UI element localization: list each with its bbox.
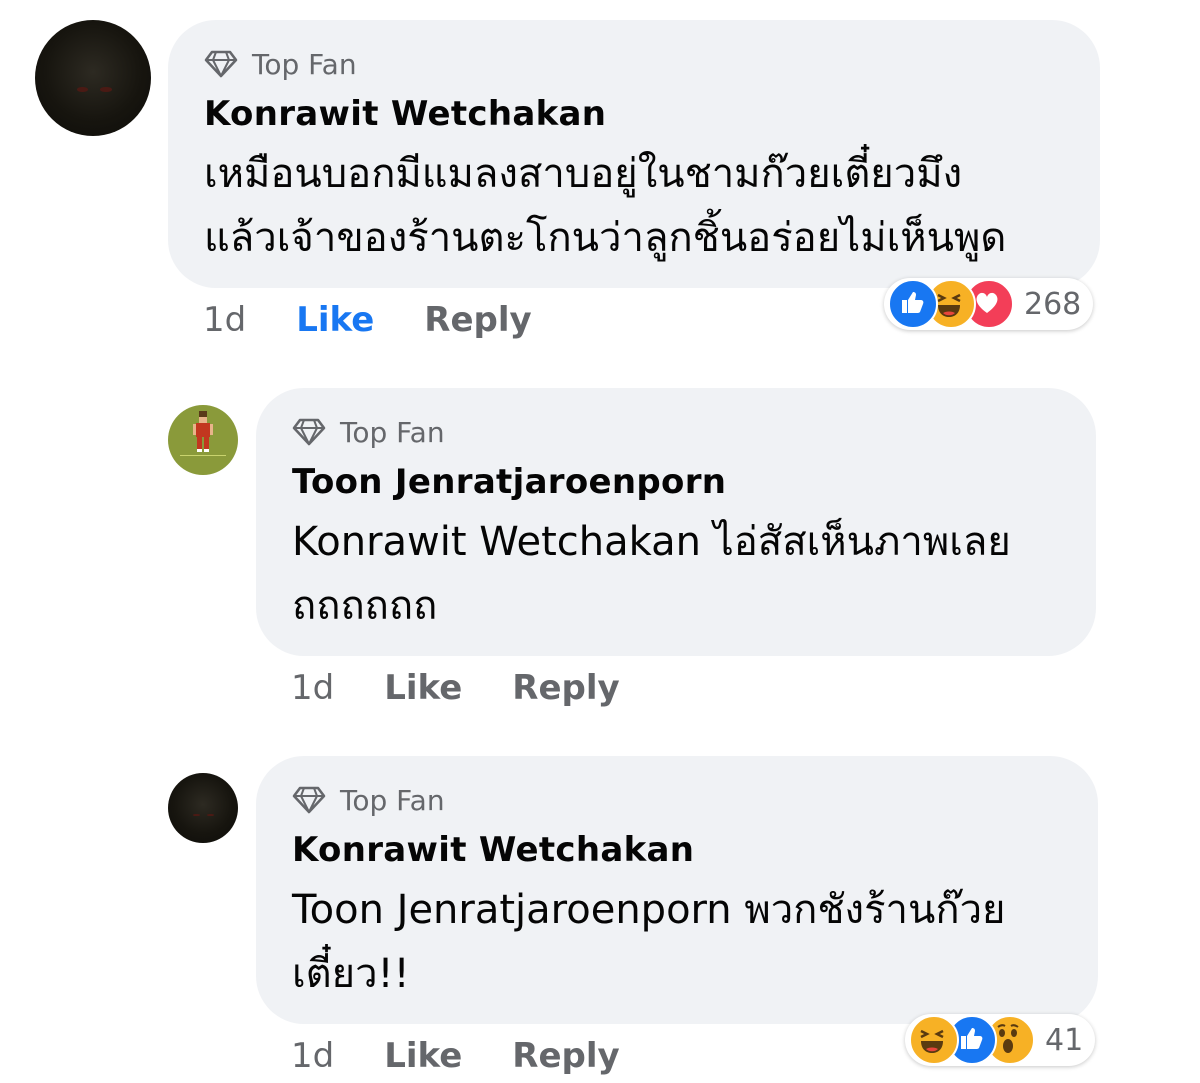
top-fan-badge: Top Fan — [204, 44, 1064, 84]
comment-time[interactable]: 1d — [291, 1036, 334, 1076]
reaction-summary[interactable]: 268 — [884, 278, 1094, 330]
comment-actions: 1d Like Reply — [291, 1034, 620, 1078]
pixel-figure-image — [180, 411, 226, 456]
diamond-icon — [204, 50, 238, 78]
avatar[interactable] — [168, 773, 238, 843]
like-button[interactable]: Like — [296, 300, 374, 340]
comment-text: Toon Jenratjaroenporn พวกชังร้านก๊วย เตี… — [292, 887, 1006, 997]
avatar-eye — [99, 87, 112, 92]
comment-bubble: Top Fan Konrawit Wetchakan เหมือนบอกมีแม… — [168, 20, 1100, 288]
like-reaction-icon — [888, 279, 938, 329]
comment-text: เหมือนบอกมีแมลงสาบอยู่ในชามก๊วยเตี๋ยวมึง… — [204, 151, 1007, 261]
comment-time[interactable]: 1d — [291, 668, 334, 708]
badge-label: Top Fan — [340, 415, 445, 449]
reply-button[interactable]: Reply — [512, 668, 619, 708]
badge-label: Top Fan — [252, 47, 357, 81]
comment-actions: 1d Like Reply — [203, 298, 532, 342]
reply-button[interactable]: Reply — [512, 1036, 619, 1076]
diamond-icon — [292, 786, 326, 814]
badge-label: Top Fan — [340, 783, 445, 817]
comment-author[interactable]: Konrawit Wetchakan — [204, 92, 1064, 136]
reaction-count: 268 — [1024, 286, 1082, 322]
reply-button[interactable]: Reply — [424, 300, 531, 340]
comment-time[interactable]: 1d — [203, 300, 246, 340]
avatar[interactable] — [35, 20, 151, 136]
comment-author[interactable]: Konrawit Wetchakan — [292, 828, 1062, 872]
comment-author[interactable]: Toon Jenratjaroenporn — [292, 460, 1060, 504]
comment-text: Konrawit Wetchakan ไอ่สัสเห็นภาพเลย ถถถถ… — [292, 519, 1011, 629]
reaction-summary[interactable]: 41 — [905, 1014, 1096, 1066]
reaction-count: 41 — [1045, 1022, 1084, 1058]
top-fan-badge: Top Fan — [292, 412, 1060, 452]
comment-bubble: Top Fan Toon Jenratjaroenporn Konrawit W… — [256, 388, 1096, 656]
avatar-eye — [207, 813, 215, 817]
avatar-eye — [193, 813, 201, 817]
haha-reaction-icon — [909, 1015, 959, 1065]
like-button[interactable]: Like — [384, 668, 462, 708]
avatar-eye — [76, 87, 89, 92]
comment-actions: 1d Like Reply — [291, 666, 620, 710]
diamond-icon — [292, 418, 326, 446]
comment-bubble: Top Fan Konrawit Wetchakan Toon Jenratja… — [256, 756, 1098, 1024]
avatar[interactable] — [168, 405, 238, 475]
top-fan-badge: Top Fan — [292, 780, 1062, 820]
comment-thread: Top Fan Konrawit Wetchakan เหมือนบอกมีแม… — [0, 0, 1200, 1083]
like-button[interactable]: Like — [384, 1036, 462, 1076]
